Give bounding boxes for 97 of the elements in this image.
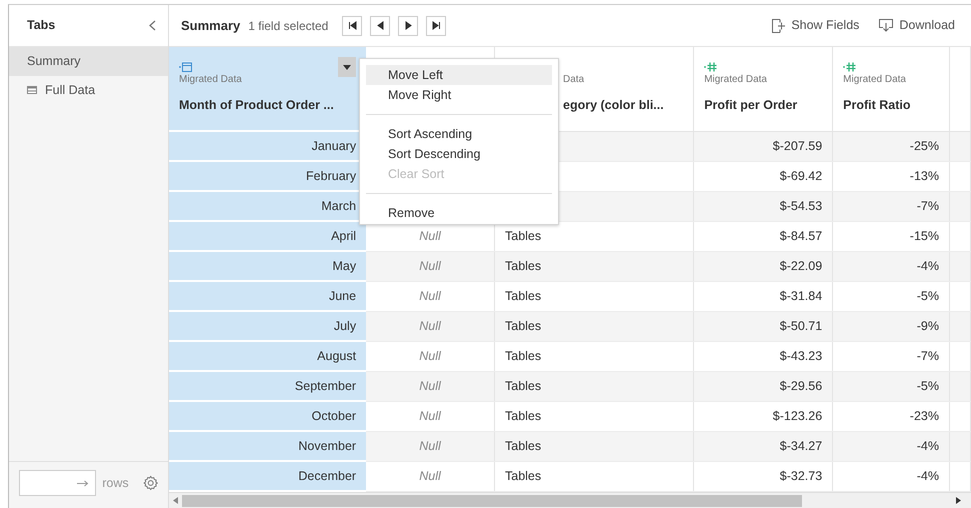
source-label: Migrated Data (843, 73, 907, 87)
table-cell: August (317, 348, 356, 363)
table-cell: $-50.71 (780, 318, 822, 333)
last-page-icon (432, 21, 441, 30)
sidebar-item[interactable]: Summary (9, 47, 168, 76)
arrow-icon (77, 480, 90, 486)
scroll-right-icon[interactable] (956, 497, 961, 504)
table-cell: Null (419, 228, 441, 243)
table-cell: -9% (916, 318, 939, 333)
table-cell: Tables (505, 348, 542, 363)
table-cell: -4% (916, 468, 939, 483)
last-page-button[interactable] (426, 16, 446, 36)
source-label: Data (563, 73, 586, 87)
table-cell: Tables (505, 288, 542, 303)
scrollbar-thumb[interactable] (182, 494, 802, 506)
table-cell: July (334, 318, 356, 333)
number-icon (704, 62, 718, 72)
calendar-icon (179, 62, 192, 72)
table-cell: Tables (505, 378, 542, 393)
table-cell: $-54.53 (780, 198, 822, 213)
table-cell: $-22.09 (780, 258, 822, 273)
table-cell: Tables (505, 438, 542, 453)
settings-icon[interactable] (142, 475, 158, 491)
table-cell: June (328, 288, 356, 303)
table-cell: Tables (505, 318, 542, 333)
table-cell: Tables (505, 228, 542, 243)
scroll-left-icon[interactable] (173, 497, 178, 504)
source-label: Migrated Data (179, 73, 243, 87)
table-cell: December (298, 468, 356, 483)
toolbar-button[interactable]: Download (873, 16, 961, 35)
table-cell: $-207.59 (772, 138, 822, 153)
previous-icon (376, 21, 385, 30)
table-cell: $-29.56 (780, 378, 822, 393)
table-cell: May (332, 258, 356, 273)
table-cell: Null (419, 408, 441, 423)
next-page-button[interactable] (398, 16, 418, 36)
column-header[interactable]: Migrated Data Month of Product Order ... (169, 47, 366, 131)
sidebar-item[interactable]: Full Data (9, 76, 168, 104)
table-cell: -7% (916, 348, 939, 363)
table-cell: February (306, 168, 356, 183)
table-cell: Null (419, 348, 441, 363)
column-name: Month of Product Order ... (179, 97, 335, 114)
table-cell: $-69.42 (780, 168, 822, 183)
table-cell: April (331, 228, 356, 243)
table-cell: -7% (916, 198, 939, 213)
table-cell: $-43.23 (780, 348, 822, 363)
table-cell: Null (419, 288, 441, 303)
source-label: Migrated Data (704, 73, 768, 87)
table-cell: $-84.57 (780, 228, 822, 243)
first-page-button[interactable] (342, 16, 362, 36)
toolbar-button[interactable]: Show Fields (766, 16, 866, 35)
menu-item[interactable]: Move Left (366, 65, 552, 85)
panel-title: Tabs (27, 17, 56, 34)
column-name: Profit Ratio (843, 97, 912, 114)
next-icon (404, 21, 413, 30)
table-cell: -4% (916, 438, 939, 453)
download-icon (879, 19, 894, 32)
table-cell: $-31.84 (780, 288, 822, 303)
table-cell: $-32.73 (780, 468, 822, 483)
add-field-icon (772, 18, 786, 32)
table-cell: -25% (910, 138, 939, 153)
table-icon (27, 86, 37, 94)
table-cell: November (298, 438, 356, 453)
table-cell: $-123.26 (772, 408, 822, 423)
table-cell: Null (419, 468, 441, 483)
table-cell: March (321, 198, 356, 213)
caret-icon (343, 64, 352, 70)
column-name: egory (color bli... (563, 97, 665, 114)
column-name: Profit per Order (704, 97, 798, 114)
table-cell: Tables (505, 468, 542, 483)
table-cell: Null (419, 318, 441, 333)
table-cell: -15% (910, 228, 939, 243)
collapse-icon[interactable] (149, 20, 156, 31)
column-header[interactable]: Migrated Data Profit Ratio (832, 47, 950, 131)
dropdown-button[interactable] (338, 57, 356, 77)
table-cell: -5% (916, 378, 939, 393)
table-cell: January (312, 138, 356, 153)
table-cell: $-34.27 (780, 438, 822, 453)
table-cell: -4% (916, 258, 939, 273)
view-title: Summary (181, 16, 240, 35)
column-header[interactable]: Migrated Data Profit per Order (694, 47, 833, 131)
table-cell: Null (419, 258, 441, 273)
previous-page-button[interactable] (370, 16, 390, 36)
table-cell: Null (419, 438, 441, 453)
table-cell: Tables (505, 408, 542, 423)
table-cell: Null (419, 378, 441, 393)
rows-input-field[interactable] (19, 470, 96, 496)
number-icon (843, 62, 856, 72)
table-cell: -13% (910, 168, 939, 183)
table-cell: -23% (910, 408, 939, 423)
table-cell: September (294, 378, 356, 393)
first-page-icon (348, 21, 357, 30)
table-cell: October (312, 408, 356, 423)
rows-label: rows (102, 474, 129, 492)
selection-status: 1 field selected (248, 18, 328, 34)
table-cell: -5% (916, 288, 939, 303)
table-cell: Tables (505, 258, 542, 273)
